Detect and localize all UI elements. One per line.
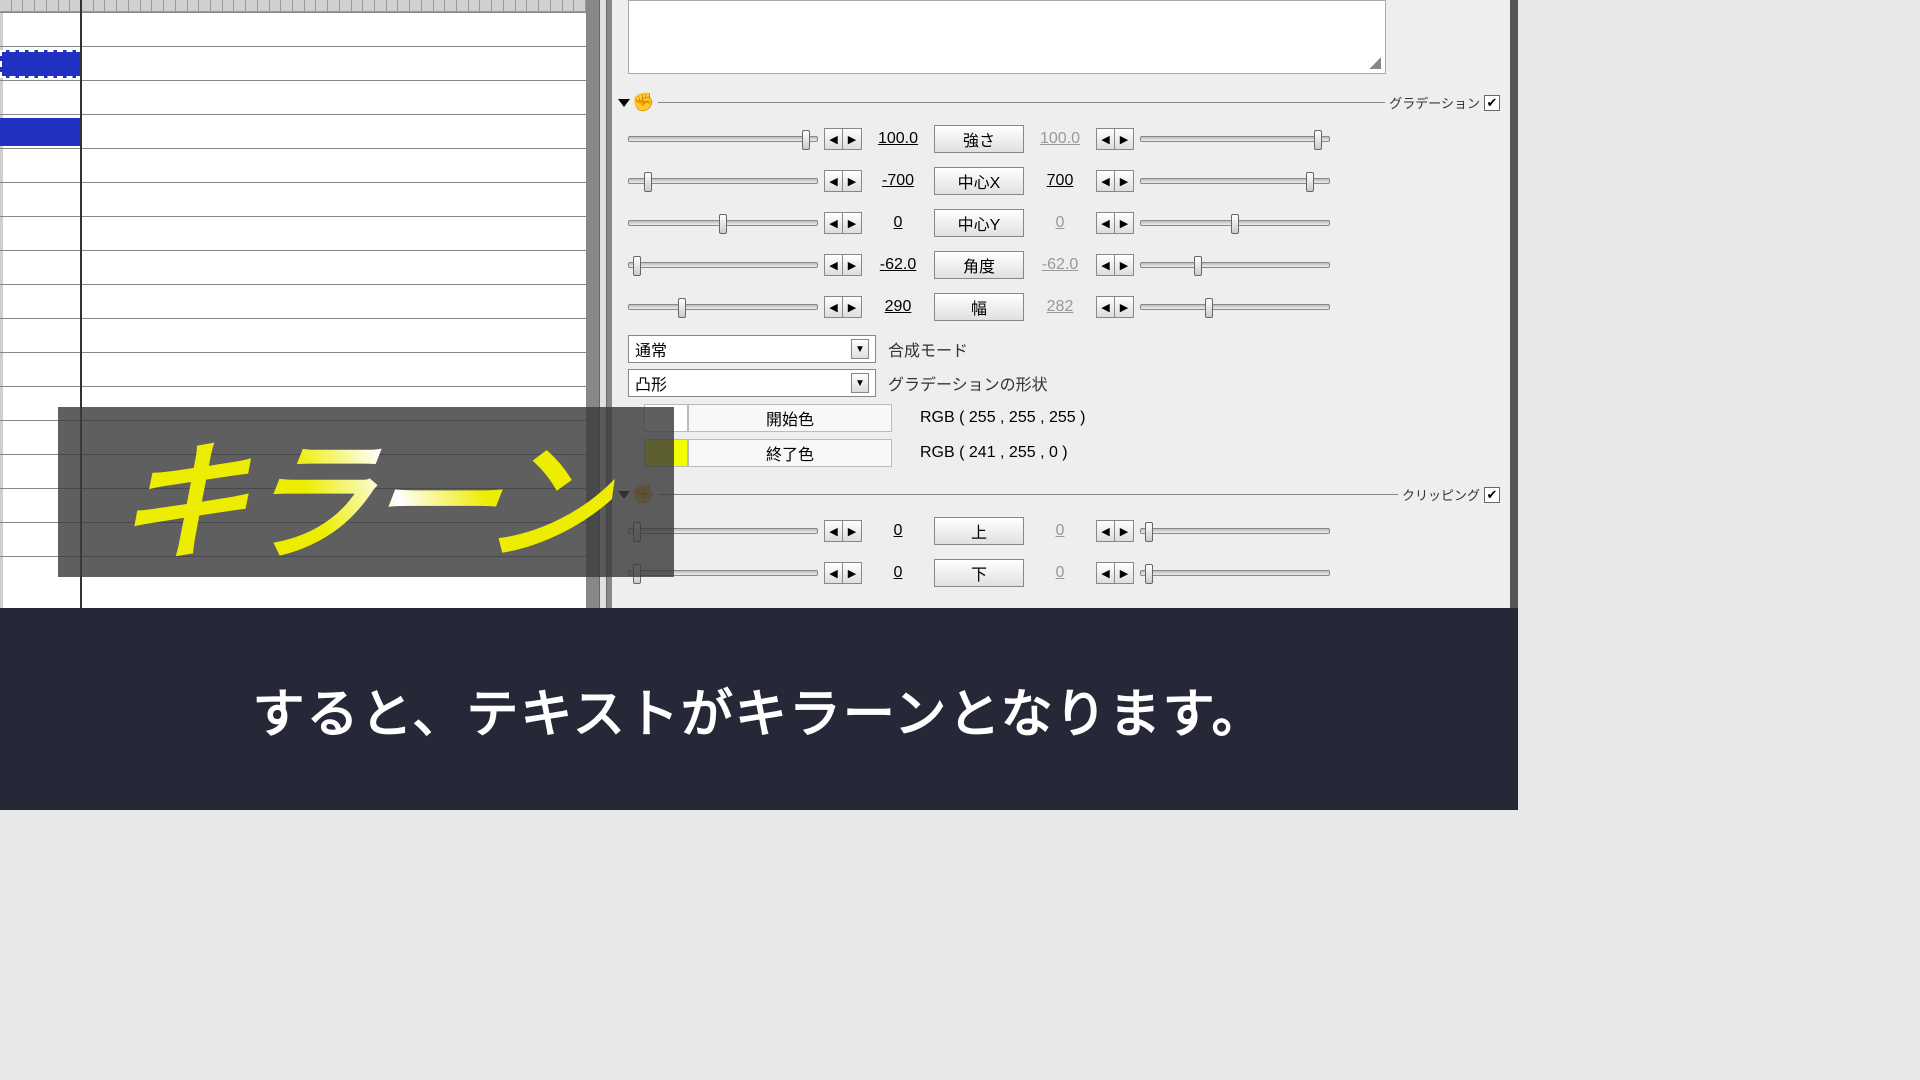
slider-right[interactable] bbox=[1140, 570, 1330, 576]
timeline-track[interactable] bbox=[0, 12, 586, 46]
prop-strength: ◀▶ 100.0 強さ 100.0 ◀▶ bbox=[628, 118, 1498, 160]
blend-label: 合成モード bbox=[888, 337, 968, 361]
shape-label: グラデーションの形状 bbox=[888, 371, 1048, 395]
section-label: クリッピング bbox=[1402, 485, 1480, 504]
start-color-row: 開始色 RGB ( 255 , 255 , 255 ) bbox=[628, 400, 1498, 435]
preview-box bbox=[628, 0, 1386, 74]
slider-left[interactable] bbox=[628, 220, 818, 226]
stepper-right[interactable]: ◀▶ bbox=[1096, 520, 1134, 542]
timeline-track[interactable] bbox=[0, 148, 586, 182]
stepper-right[interactable]: ◀▶ bbox=[1096, 170, 1134, 192]
prop-cx: ◀▶ -700 中心X 700 ◀▶ bbox=[628, 160, 1498, 202]
stepper-left[interactable]: ◀▶ bbox=[824, 170, 862, 192]
timeline-track[interactable] bbox=[0, 114, 586, 148]
value-right[interactable]: 0 bbox=[1030, 564, 1090, 582]
stepper-right[interactable]: ◀▶ bbox=[1096, 562, 1134, 584]
stepper-right[interactable]: ◀▶ bbox=[1096, 254, 1134, 276]
slider-left[interactable] bbox=[628, 304, 818, 310]
timeline-track[interactable] bbox=[0, 284, 586, 318]
start-color-value: RGB ( 255 , 255 , 255 ) bbox=[920, 409, 1085, 427]
prop-label-button[interactable]: 上 bbox=[934, 517, 1024, 545]
prop-label-button[interactable]: 中心X bbox=[934, 167, 1024, 195]
slider-right[interactable] bbox=[1140, 304, 1330, 310]
right-edge bbox=[1510, 0, 1518, 608]
stepper-left[interactable]: ◀▶ bbox=[824, 520, 862, 542]
properties-panel: ✊ グラデーション ✔ ◀▶ 100.0 強さ 100.0 ◀▶ ◀▶ -700… bbox=[612, 0, 1518, 608]
stepper-left[interactable]: ◀▶ bbox=[824, 128, 862, 150]
value-left[interactable]: 100.0 bbox=[868, 130, 928, 148]
slider-left[interactable] bbox=[628, 136, 818, 142]
value-right[interactable]: 700 bbox=[1030, 172, 1090, 190]
prop-label-button[interactable]: 幅 bbox=[934, 293, 1024, 321]
value-left[interactable]: -700 bbox=[868, 172, 928, 190]
timeline-track[interactable] bbox=[0, 318, 586, 352]
prop-label-button[interactable]: 中心Y bbox=[934, 209, 1024, 237]
timeline-clip[interactable] bbox=[0, 118, 82, 146]
prop-angle: ◀▶ -62.0 角度 -62.0 ◀▶ bbox=[628, 244, 1498, 286]
stepper-left[interactable]: ◀▶ bbox=[824, 254, 862, 276]
prop-label-button[interactable]: 強さ bbox=[934, 125, 1024, 153]
shape-dropdown[interactable]: 凸形▼ bbox=[628, 369, 876, 397]
value-right[interactable]: 282 bbox=[1030, 298, 1090, 316]
end-color-button[interactable]: 終了色 bbox=[688, 439, 892, 467]
value-right[interactable]: -62.0 bbox=[1030, 256, 1090, 274]
subtitle-bar: すると、テキストがキラーンとなります。 bbox=[0, 608, 1518, 810]
slider-right[interactable] bbox=[1140, 136, 1330, 142]
timeline-track[interactable] bbox=[0, 80, 586, 114]
overlay-box: キラーン bbox=[58, 407, 674, 577]
hand-icon: ✊ bbox=[632, 92, 654, 113]
stepper-left[interactable]: ◀▶ bbox=[824, 296, 862, 318]
stepper-left[interactable]: ◀▶ bbox=[824, 212, 862, 234]
shape-row: 凸形▼ グラデーションの形状 bbox=[628, 366, 1498, 400]
value-left[interactable]: 290 bbox=[868, 298, 928, 316]
value-left[interactable]: -62.0 bbox=[868, 256, 928, 274]
value-right[interactable]: 100.0 bbox=[1030, 130, 1090, 148]
blend-mode-row: 通常▼ 合成モード bbox=[628, 332, 1498, 366]
value-right[interactable]: 0 bbox=[1030, 522, 1090, 540]
slider-left[interactable] bbox=[628, 178, 818, 184]
prop-width: ◀▶ 290 幅 282 ◀▶ bbox=[628, 286, 1498, 328]
slider-right[interactable] bbox=[1140, 528, 1330, 534]
stepper-left[interactable]: ◀▶ bbox=[824, 562, 862, 584]
end-color-value: RGB ( 241 , 255 , 0 ) bbox=[920, 444, 1068, 462]
slider-left[interactable] bbox=[628, 262, 818, 268]
clip-bottom-row: ◀▶ 0 下 0 ◀▶ bbox=[628, 552, 1498, 594]
timeline-track[interactable] bbox=[0, 182, 586, 216]
stepper-right[interactable]: ◀▶ bbox=[1096, 296, 1134, 318]
value-left[interactable]: 0 bbox=[868, 564, 928, 582]
stepper-right[interactable]: ◀▶ bbox=[1096, 212, 1134, 234]
timeline-track[interactable] bbox=[0, 46, 586, 80]
timeline-track[interactable] bbox=[0, 216, 586, 250]
end-color-row: 終了色 RGB ( 241 , 255 , 0 ) bbox=[628, 435, 1498, 470]
clipping-header[interactable]: ✊ クリッピング ✔ bbox=[620, 484, 1500, 505]
timeline-clip[interactable] bbox=[0, 50, 82, 78]
value-right[interactable]: 0 bbox=[1030, 214, 1090, 232]
slider-right[interactable] bbox=[1140, 262, 1330, 268]
clip-top-row: ◀▶ 0 上 0 ◀▶ bbox=[628, 510, 1498, 552]
value-left[interactable]: 0 bbox=[868, 522, 928, 540]
clipping-checkbox[interactable]: ✔ bbox=[1484, 487, 1500, 503]
prop-label-button[interactable]: 角度 bbox=[934, 251, 1024, 279]
value-left[interactable]: 0 bbox=[868, 214, 928, 232]
prop-cy: ◀▶ 0 中心Y 0 ◀▶ bbox=[628, 202, 1498, 244]
timeline-track[interactable] bbox=[0, 352, 586, 386]
timeline-ruler bbox=[0, 0, 586, 12]
slider-right[interactable] bbox=[1140, 178, 1330, 184]
slider-right[interactable] bbox=[1140, 220, 1330, 226]
gradation-checkbox[interactable]: ✔ bbox=[1484, 95, 1500, 111]
prop-label-button[interactable]: 下 bbox=[934, 559, 1024, 587]
start-color-button[interactable]: 開始色 bbox=[688, 404, 892, 432]
subtitle-text: すると、テキストがキラーンとなります。 bbox=[252, 672, 1265, 747]
gradation-header[interactable]: ✊ グラデーション ✔ bbox=[620, 92, 1500, 113]
stepper-right[interactable]: ◀▶ bbox=[1096, 128, 1134, 150]
overlay-text: キラーン bbox=[106, 398, 626, 586]
collapse-icon[interactable] bbox=[618, 99, 630, 107]
blend-dropdown[interactable]: 通常▼ bbox=[628, 335, 876, 363]
timeline-track[interactable] bbox=[0, 250, 586, 284]
section-label: グラデーション bbox=[1389, 93, 1480, 112]
